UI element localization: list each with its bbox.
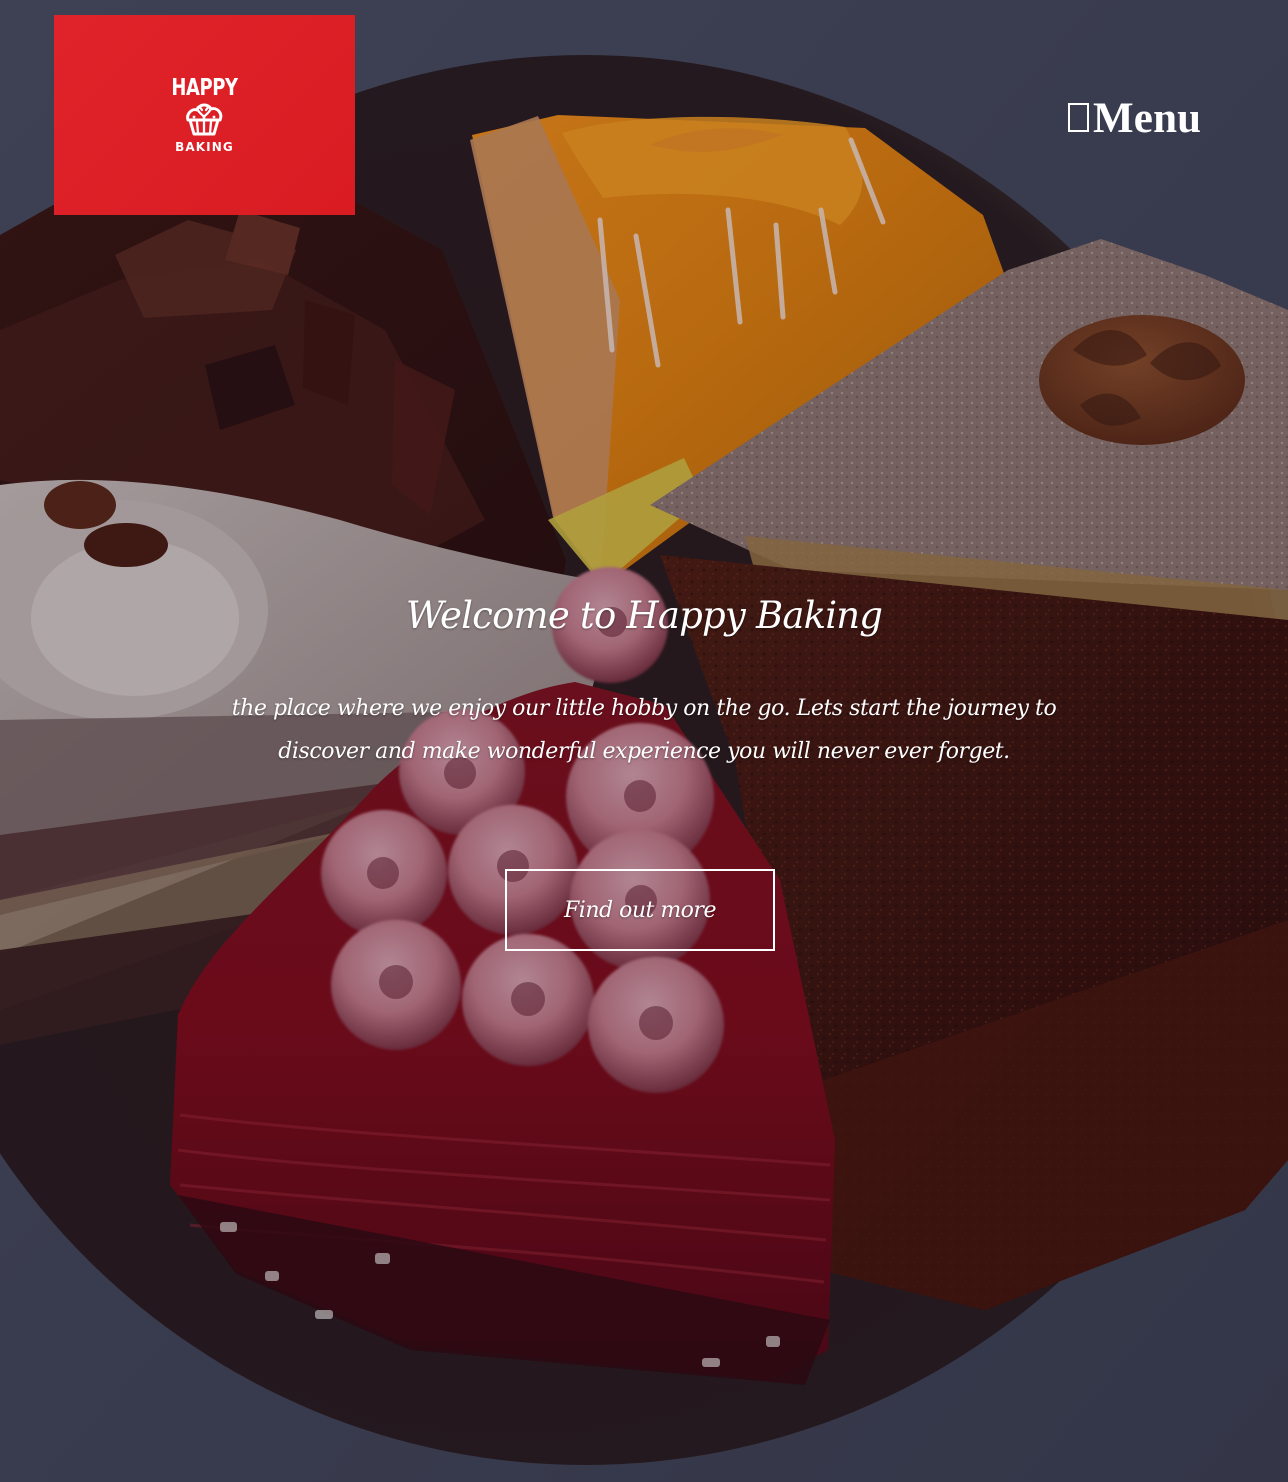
hero-section: HAPPY BAKING Menu Welcome to Happy Bakin…: [0, 0, 1288, 1482]
menu-label: Menu: [1093, 95, 1202, 142]
hamburger-icon: [1068, 102, 1089, 132]
logo-bottom-text: BAKING: [175, 139, 234, 154]
find-out-more-button[interactable]: Find out more: [505, 869, 775, 951]
welcome-section: Welcome to Happy Baking the place where …: [0, 587, 1288, 764]
hero-description: the place where we enjoy our little hobb…: [231, 696, 1057, 764]
logo-top-text: HAPPY: [171, 74, 238, 101]
happy-baking-logo[interactable]: HAPPY BAKING: [54, 15, 355, 215]
menu-button[interactable]: Menu: [1068, 95, 1201, 143]
logo-content: HAPPY BAKING: [162, 74, 247, 154]
cupcake-icon: [180, 102, 228, 136]
hero-title: Welcome to Happy Baking: [405, 594, 883, 637]
